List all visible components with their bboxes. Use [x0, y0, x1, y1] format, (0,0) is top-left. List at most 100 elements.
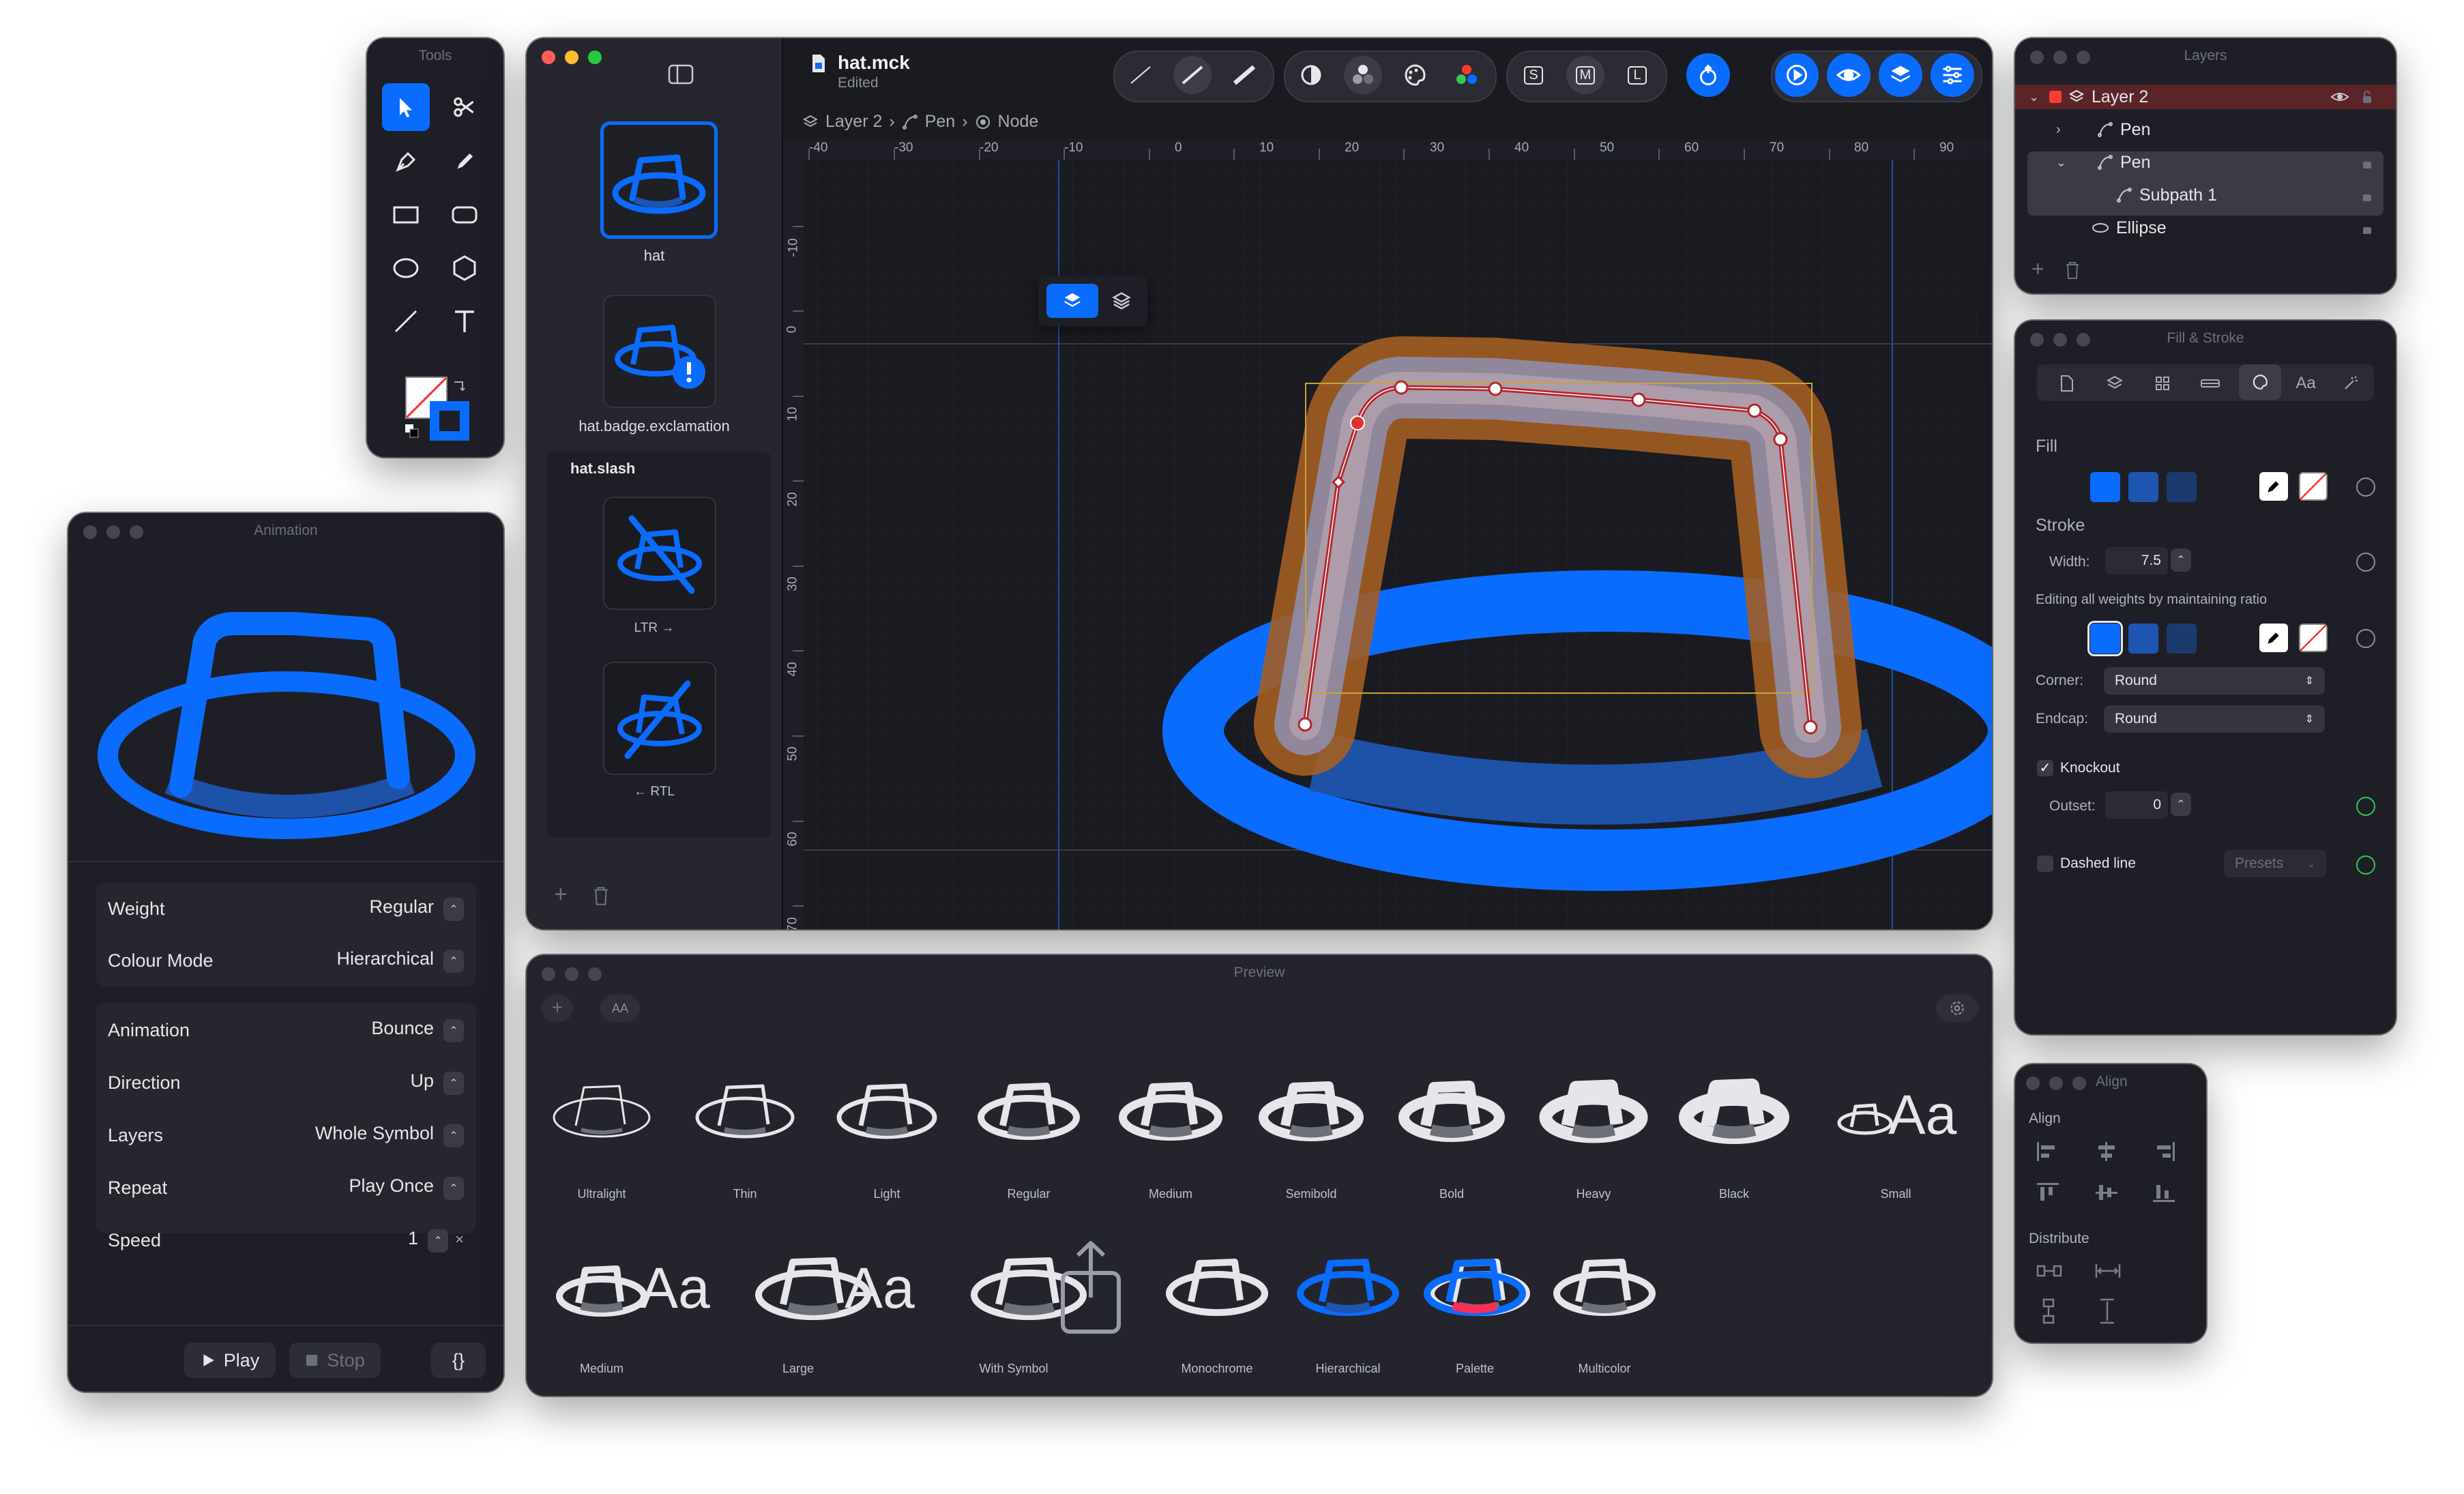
- corner-select[interactable]: Round ⇕: [2104, 667, 2325, 694]
- updown-chevron-icon[interactable]: ⌃: [443, 1124, 464, 1147]
- preview-panel-button[interactable]: [1827, 53, 1871, 97]
- align-center-v-icon[interactable]: [2094, 1182, 2119, 1203]
- eye-icon[interactable]: [2330, 90, 2349, 104]
- updown-chevron-icon[interactable]: ⌃: [443, 1072, 464, 1095]
- small-scale-button[interactable]: S: [1514, 56, 1553, 94]
- multicolor-mode-button[interactable]: [1448, 56, 1486, 94]
- add-symbol-button[interactable]: +: [554, 881, 568, 908]
- fill-eyedropper-button[interactable]: [2259, 472, 2288, 501]
- outset-more-button[interactable]: [2356, 797, 2375, 816]
- large-scale-button[interactable]: L: [1618, 56, 1656, 94]
- lock-icon[interactable]: [2362, 221, 2373, 235]
- endcap-select[interactable]: Round ⇕: [2104, 705, 2325, 733]
- ellipse-tool-button[interactable]: [382, 244, 430, 292]
- updown-chevron-icon[interactable]: ⌃: [443, 898, 464, 921]
- rounded-rectangle-tool-button[interactable]: [441, 191, 488, 239]
- tab-stroke[interactable]: [2191, 364, 2229, 402]
- align-left-icon[interactable]: [2036, 1141, 2060, 1162]
- trash-icon[interactable]: [2064, 261, 2081, 280]
- preview-settings-button[interactable]: [1936, 995, 1978, 1022]
- thin-weight-button[interactable]: [1121, 56, 1160, 94]
- breadcrumb-item[interactable]: Layer 2: [825, 112, 882, 132]
- layer-row-pen[interactable]: › Pen: [2029, 113, 2382, 146]
- direction-row[interactable]: Direction Up ⌃: [96, 1057, 476, 1109]
- distribute-spacing-v-icon[interactable]: [2098, 1298, 2116, 1325]
- palette-mode-button[interactable]: [1396, 56, 1434, 94]
- stroke-tertiary-swatch[interactable]: [2167, 624, 2197, 654]
- pen-tool-button[interactable]: [382, 138, 430, 186]
- symbol-item-hat-slash-rtl[interactable]: [603, 662, 716, 775]
- text-tool-button[interactable]: [441, 297, 488, 345]
- rectangle-tool-button[interactable]: [382, 191, 430, 239]
- hat-drawing[interactable]: [783, 139, 1992, 929]
- scissors-tool-button[interactable]: [441, 83, 488, 131]
- distribute-spacing-h-icon[interactable]: [2094, 1262, 2122, 1280]
- fill-none-swatch[interactable]: [2299, 472, 2328, 501]
- animation-panel-button[interactable]: [1775, 53, 1819, 97]
- layers-row[interactable]: Layers Whole Symbol ⌃: [96, 1109, 476, 1161]
- polygon-tool-button[interactable]: [441, 244, 488, 292]
- align-center-h-icon[interactable]: [2094, 1141, 2119, 1162]
- trash-icon[interactable]: [592, 885, 610, 906]
- align-top-icon[interactable]: [2036, 1182, 2060, 1203]
- outset-field[interactable]: 0: [2105, 791, 2168, 819]
- fill-secondary-swatch[interactable]: [2128, 472, 2158, 502]
- medium-scale-button[interactable]: M: [1566, 56, 1604, 94]
- presets-select[interactable]: Presets ⌄: [2224, 850, 2326, 877]
- render-mode-button[interactable]: [1686, 53, 1730, 97]
- updown-chevron-icon[interactable]: ⌃: [443, 1019, 464, 1042]
- knockout-checkbox[interactable]: ✓: [2037, 760, 2053, 776]
- stroke-more-button[interactable]: [2356, 629, 2375, 648]
- breadcrumb-item[interactable]: Pen: [925, 112, 955, 132]
- inspector-panel-button[interactable]: [1931, 53, 1974, 97]
- bold-weight-button[interactable]: [1225, 56, 1263, 94]
- colour-mode-row[interactable]: Colour Mode Hierarchical ⌃: [96, 935, 476, 986]
- add-preview-button[interactable]: +: [542, 995, 573, 1022]
- speed-row[interactable]: Speed 1 ⌃ ×: [96, 1214, 476, 1266]
- monochrome-mode-button[interactable]: [1292, 56, 1330, 94]
- pencil-tool-button[interactable]: [441, 138, 488, 186]
- symbol-item-hat[interactable]: [600, 121, 718, 239]
- tab-text[interactable]: Aa: [2287, 364, 2325, 402]
- code-button[interactable]: {}: [431, 1343, 486, 1378]
- sidebar-toggle-icon[interactable]: [667, 63, 694, 86]
- play-button[interactable]: Play: [184, 1343, 276, 1378]
- width-stepper[interactable]: ⌃: [2171, 548, 2191, 572]
- layer-row-ellipse[interactable]: Ellipse: [2029, 211, 2382, 244]
- distribute-vertical-icon[interactable]: [2040, 1298, 2057, 1325]
- width-more-button[interactable]: [2356, 553, 2375, 572]
- fill-tertiary-swatch[interactable]: [2167, 472, 2197, 502]
- dashed-more-button[interactable]: [2356, 855, 2375, 875]
- single-layer-button[interactable]: [1046, 284, 1098, 318]
- animation-type-row[interactable]: Animation Bounce ⌃: [96, 1004, 476, 1056]
- breadcrumb-item[interactable]: Node: [998, 112, 1039, 132]
- stroke-primary-swatch[interactable]: [2087, 621, 2123, 656]
- line-tool-button[interactable]: [382, 297, 430, 345]
- updown-chevron-icon[interactable]: ⌃: [443, 1177, 464, 1200]
- layer-row-subpath-1[interactable]: Subpath 1: [2029, 179, 2382, 211]
- outset-stepper[interactable]: ⌃: [2171, 793, 2191, 816]
- layer-row-pen-selected[interactable]: ⌄ Pen: [2029, 146, 2382, 179]
- regular-weight-button[interactable]: [1173, 56, 1212, 94]
- fill-stroke-swatches[interactable]: [405, 377, 473, 445]
- select-tool-button[interactable]: [382, 83, 430, 131]
- all-layers-button[interactable]: [1102, 284, 1141, 318]
- stop-button[interactable]: Stop: [289, 1343, 381, 1378]
- symbol-item-hat-slash-ltr[interactable]: [603, 497, 716, 610]
- updown-chevron-icon[interactable]: ⌃: [443, 950, 464, 973]
- stroke-secondary-swatch[interactable]: [2128, 624, 2158, 654]
- lock-icon[interactable]: [2362, 156, 2373, 169]
- fill-primary-swatch[interactable]: [2090, 472, 2120, 502]
- stroke-none-swatch[interactable]: [2299, 624, 2328, 652]
- width-field[interactable]: 7.5: [2105, 547, 2168, 574]
- stepper-icon[interactable]: ⌃: [428, 1229, 449, 1253]
- speed-value[interactable]: 1: [408, 1228, 418, 1248]
- dashed-line-checkbox[interactable]: [2037, 855, 2053, 872]
- symbol-item-hat-badge-exclamation[interactable]: [603, 295, 716, 408]
- tab-document[interactable]: [2048, 364, 2086, 402]
- lock-icon[interactable]: [2362, 90, 2373, 104]
- hierarchical-mode-button[interactable]: [1344, 56, 1382, 94]
- tab-magic[interactable]: [2332, 364, 2370, 402]
- align-right-icon[interactable]: [2152, 1141, 2176, 1162]
- stroke-eyedropper-button[interactable]: [2259, 624, 2288, 652]
